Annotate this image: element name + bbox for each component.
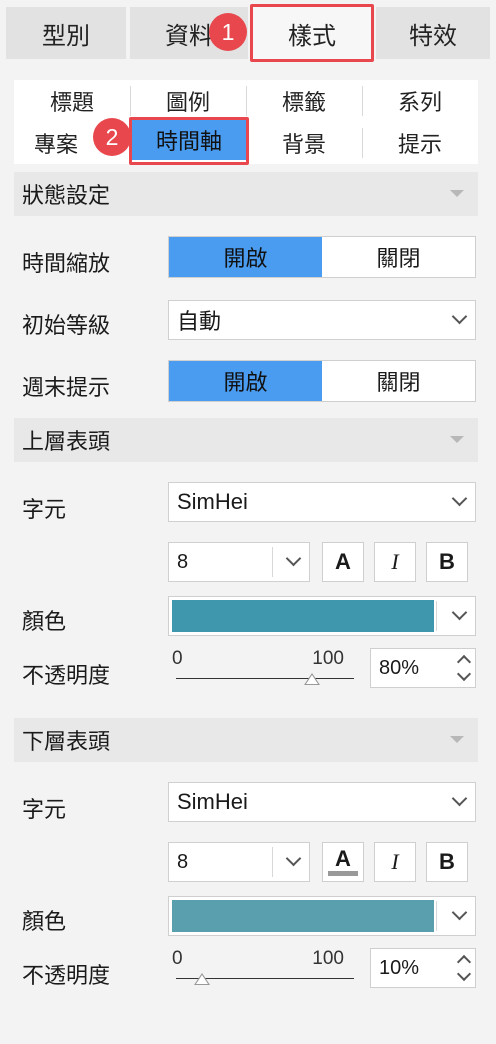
font-color-icon: A bbox=[335, 549, 351, 574]
upper-opacity-slider-track[interactable] bbox=[176, 678, 354, 679]
chevron-down-icon bbox=[453, 313, 465, 325]
color-swatch bbox=[172, 600, 434, 632]
lower-font-color-button[interactable]: A bbox=[322, 842, 364, 882]
divider bbox=[130, 86, 131, 116]
upper-font-value: SimHei bbox=[177, 489, 248, 514]
weekend-on-button[interactable]: 開啟 bbox=[169, 361, 322, 401]
subtab-tooltip[interactable]: 提示 bbox=[362, 122, 478, 164]
divider bbox=[436, 601, 437, 631]
chevron-down-icon bbox=[450, 736, 464, 743]
time-zoom-off-button[interactable]: 關閉 bbox=[322, 237, 475, 277]
upper-font-color-button[interactable]: A bbox=[322, 542, 364, 582]
section-upper-header[interactable]: 上層表頭 bbox=[14, 418, 478, 462]
initial-level-label: 初始等級 bbox=[22, 313, 111, 338]
lower-size-select[interactable]: 8 bbox=[168, 842, 310, 882]
section-title: 下層表頭 bbox=[22, 729, 111, 754]
chevron-down-icon bbox=[287, 555, 299, 567]
spin-down-icon[interactable] bbox=[457, 669, 471, 683]
font-color-bar bbox=[328, 871, 358, 876]
divider bbox=[246, 86, 247, 116]
spin-down-icon[interactable] bbox=[457, 969, 471, 983]
slider-min: 0 bbox=[172, 648, 183, 669]
weekend-hint-toggle: 開啟 關閉 bbox=[168, 360, 476, 402]
upper-font-label: 字元 bbox=[22, 497, 67, 522]
slider-max: 100 bbox=[312, 648, 344, 669]
upper-opacity-value: 80% bbox=[379, 656, 420, 679]
spin-up-icon[interactable] bbox=[457, 653, 471, 667]
section-lower-header[interactable]: 下層表頭 bbox=[14, 718, 478, 762]
bold-icon: B bbox=[439, 549, 455, 574]
lower-opacity-label: 不透明度 bbox=[22, 963, 111, 988]
time-zoom-on-button[interactable]: 開啟 bbox=[169, 237, 322, 277]
subtab-legend[interactable]: 圖例 bbox=[130, 80, 246, 122]
font-color-icon: A bbox=[335, 846, 351, 871]
upper-opacity-input[interactable]: 80% bbox=[370, 648, 476, 688]
section-title: 狀態設定 bbox=[22, 183, 111, 208]
weekend-hint-label: 週末提示 bbox=[22, 375, 111, 400]
step-badge-2: 2 bbox=[93, 118, 131, 156]
lower-color-label: 顏色 bbox=[22, 909, 67, 934]
chevron-down-icon bbox=[453, 909, 465, 921]
lower-font-select[interactable]: SimHei bbox=[168, 782, 476, 822]
section-title: 上層表頭 bbox=[22, 429, 111, 454]
subtab-series[interactable]: 系列 bbox=[362, 80, 478, 122]
upper-slider-scale: 0 100 bbox=[172, 648, 344, 670]
chevron-down-icon bbox=[453, 495, 465, 507]
lower-font-label: 字元 bbox=[22, 797, 67, 822]
lower-color-picker[interactable] bbox=[168, 896, 476, 936]
divider bbox=[362, 86, 363, 116]
time-zoom-label: 時間縮放 bbox=[22, 251, 111, 276]
highlight-timeline-tab bbox=[129, 117, 249, 165]
upper-color-picker[interactable] bbox=[168, 596, 476, 636]
upper-opacity-label: 不透明度 bbox=[22, 663, 111, 688]
upper-opacity-slider-thumb[interactable] bbox=[304, 673, 321, 685]
upper-font-select[interactable]: SimHei bbox=[168, 482, 476, 522]
highlight-style-tab bbox=[250, 4, 374, 62]
tab-effects[interactable]: 特效 bbox=[376, 7, 490, 59]
chevron-down-icon bbox=[287, 855, 299, 867]
subtab-labels[interactable]: 標籤 bbox=[246, 80, 362, 122]
weekend-off-button[interactable]: 關閉 bbox=[322, 361, 475, 401]
initial-level-select[interactable]: 自動 bbox=[168, 300, 476, 340]
section-state-settings[interactable]: 狀態設定 bbox=[14, 172, 478, 216]
chevron-down-icon bbox=[450, 436, 464, 443]
lower-font-value: SimHei bbox=[177, 789, 248, 814]
lower-opacity-slider-thumb[interactable] bbox=[193, 973, 210, 985]
upper-bold-button[interactable]: B bbox=[426, 542, 468, 582]
chevron-down-icon bbox=[450, 190, 464, 197]
divider bbox=[272, 547, 273, 577]
lower-italic-button[interactable]: I bbox=[374, 842, 416, 882]
divider bbox=[436, 901, 437, 931]
italic-icon: I bbox=[391, 849, 399, 874]
subtab-background[interactable]: 背景 bbox=[246, 122, 362, 164]
top-tab-bar: 型別 資料 樣式 特效 bbox=[0, 0, 496, 66]
upper-color-label: 顏色 bbox=[22, 609, 67, 634]
slider-max: 100 bbox=[312, 948, 344, 969]
tab-type[interactable]: 型別 bbox=[6, 7, 126, 59]
slider-min: 0 bbox=[172, 948, 183, 969]
initial-level-value: 自動 bbox=[177, 309, 222, 334]
color-swatch bbox=[172, 900, 434, 932]
lower-bold-button[interactable]: B bbox=[426, 842, 468, 882]
upper-size-value: 8 bbox=[177, 550, 189, 573]
chevron-down-icon bbox=[453, 609, 465, 621]
time-zoom-toggle: 開啟 關閉 bbox=[168, 236, 476, 278]
italic-icon: I bbox=[391, 549, 399, 574]
upper-italic-button[interactable]: I bbox=[374, 542, 416, 582]
lower-opacity-input[interactable]: 10% bbox=[370, 948, 476, 988]
divider bbox=[362, 128, 363, 158]
upper-size-select[interactable]: 8 bbox=[168, 542, 310, 582]
lower-opacity-value: 10% bbox=[379, 956, 420, 979]
lower-slider-scale: 0 100 bbox=[172, 948, 344, 970]
subtab-title[interactable]: 標題 bbox=[14, 80, 130, 122]
bold-icon: B bbox=[439, 849, 455, 874]
spin-up-icon[interactable] bbox=[457, 953, 471, 967]
lower-size-value: 8 bbox=[177, 850, 189, 873]
step-badge-1: 1 bbox=[209, 13, 247, 51]
divider bbox=[272, 847, 273, 877]
chevron-down-icon bbox=[453, 795, 465, 807]
